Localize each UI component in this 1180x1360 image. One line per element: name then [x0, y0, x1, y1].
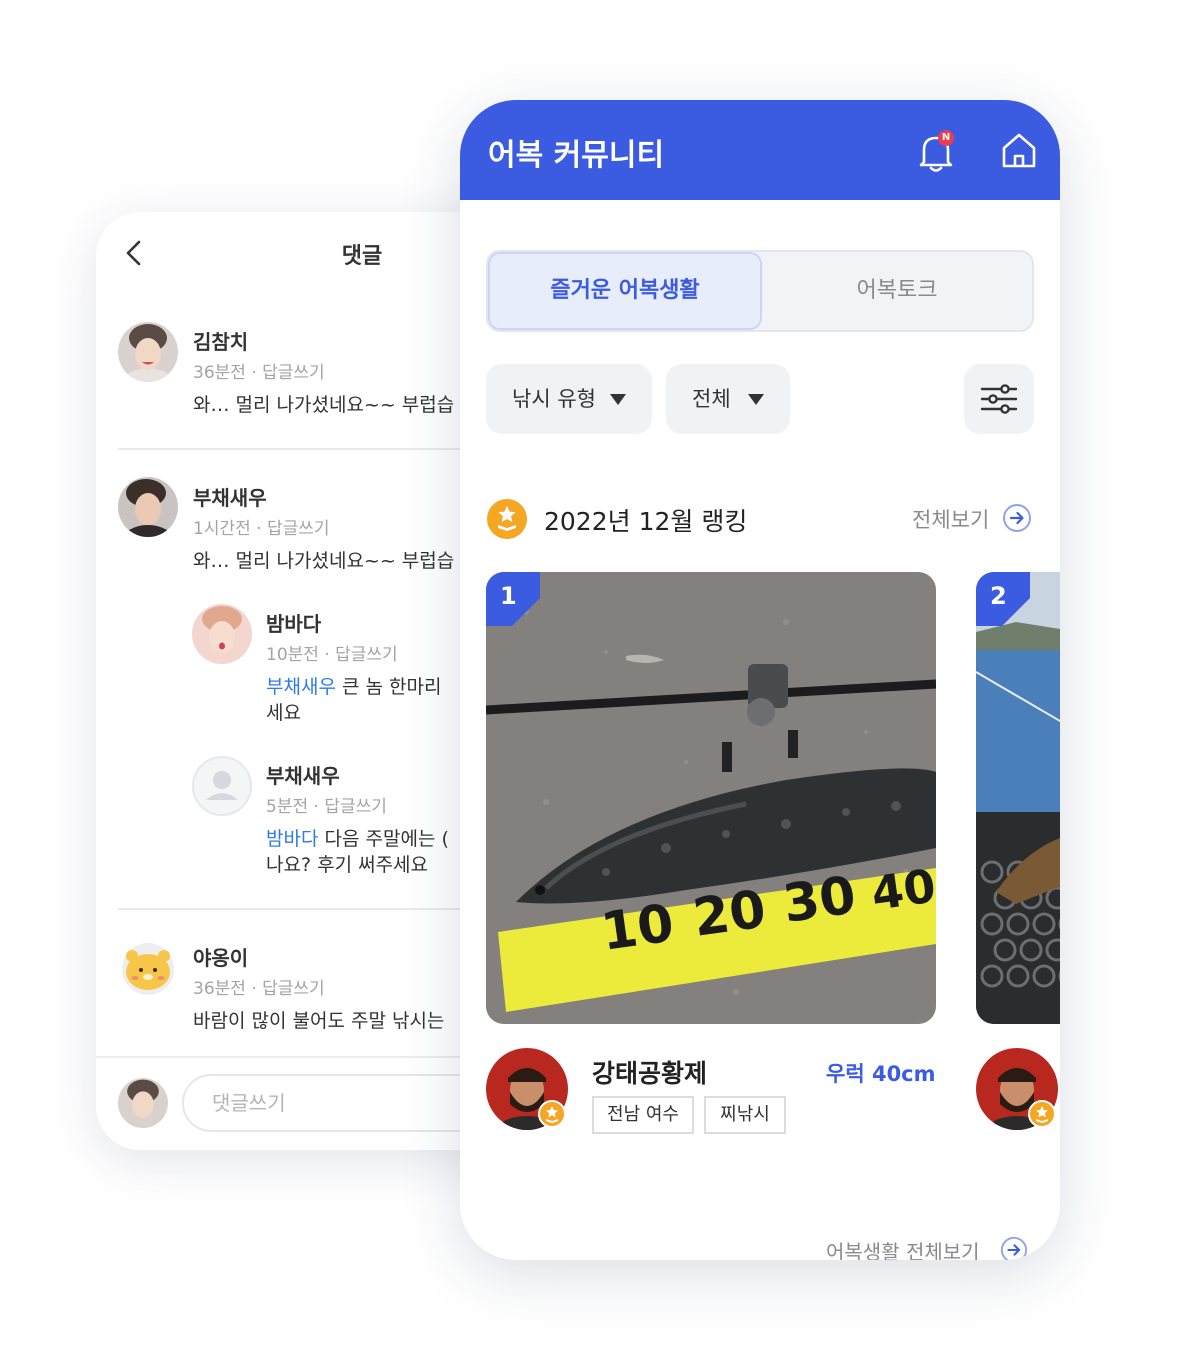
- caret-down-icon: [748, 394, 764, 405]
- svg-text:10: 10: [597, 893, 677, 962]
- comment-text-line: 큰 놈 한마리: [335, 676, 442, 698]
- method-tag: 찌낚시: [704, 1096, 786, 1134]
- comment-time: 10분전: [266, 645, 319, 665]
- comment-time: 36분전: [193, 363, 246, 383]
- app-header: 어복 커뮤니티 N: [460, 100, 1060, 200]
- rank-number: 2: [990, 582, 1007, 610]
- ranker-name[interactable]: 강태공황제: [592, 1054, 707, 1090]
- home-icon[interactable]: [1000, 130, 1038, 170]
- character-avatar-icon: [118, 938, 178, 998]
- reply-link[interactable]: 답글쓰기: [324, 797, 387, 817]
- default-user-icon: [206, 771, 238, 800]
- page-title: 어복 커뮤니티: [488, 138, 665, 173]
- fishing-type-dropdown[interactable]: 낚시 유형: [486, 364, 652, 434]
- tab-fun-life[interactable]: 즐거운 어복생활: [488, 252, 762, 330]
- meta-separator: ·: [313, 797, 319, 817]
- ranking-title: 2022년 12월 랭킹: [544, 507, 748, 536]
- comment-meta: 1시간전 · 답글쓰기: [193, 514, 330, 539]
- comment-time: 5분전: [266, 797, 309, 817]
- meta-separator: ·: [256, 519, 262, 539]
- user-photo-icon: [118, 322, 178, 382]
- tab-talk[interactable]: 어복토크: [762, 252, 1032, 330]
- medal-icon: [1028, 1100, 1056, 1128]
- caret-down-icon: [610, 394, 626, 405]
- comment-author[interactable]: 김참치: [193, 326, 248, 355]
- ranking-photo-2[interactable]: 2: [976, 572, 1060, 1024]
- sliders-icon: [980, 384, 1018, 414]
- comment-author[interactable]: 야옹이: [193, 942, 248, 971]
- comment-meta: 5분전 · 답글쓰기: [266, 792, 387, 817]
- reply-link[interactable]: 답글쓰기: [267, 519, 330, 539]
- meta-separator: ·: [251, 979, 257, 999]
- notification-badge: N: [938, 130, 954, 146]
- dropdown-label: 전체: [692, 387, 731, 411]
- comment-meta: 10분전 · 답글쓰기: [266, 640, 398, 665]
- segmented-tabs: 즐거운 어복생활 어복토크: [486, 250, 1034, 332]
- arrow-right-circle-icon[interactable]: [1000, 1236, 1028, 1260]
- see-all-link[interactable]: 전체보기: [912, 504, 989, 534]
- catch-info: 우럭 40cm: [826, 1062, 936, 1086]
- comment-text-line: 나요? 후기 써주세요: [266, 854, 429, 876]
- comment-text: 바람이 많이 불어도 주말 낚시는: [193, 1010, 445, 1032]
- location-tag: 전남 여수: [592, 1096, 694, 1134]
- ranking-photo-1[interactable]: 10 20 30 40 1: [486, 572, 936, 1024]
- comment-text: 밤바다 다음 주말에는 (: [266, 826, 449, 853]
- community-screen: 어복 커뮤니티 N 즐거운 어복생활 어복토크 낚시 유형 전체 2022년 1…: [460, 100, 1060, 1260]
- fish-photo: 10 20 30 40: [486, 572, 936, 1024]
- svg-text:40: 40: [868, 859, 936, 921]
- reply-link[interactable]: 답글쓰기: [262, 979, 325, 999]
- user-photo-icon: [118, 477, 178, 537]
- comment-meta: 36분전 · 답글쓰기: [193, 974, 325, 999]
- comment-text: 부채새우 큰 놈 한마리: [266, 674, 441, 701]
- meta-separator: ·: [324, 645, 330, 665]
- user-photo-icon: [192, 604, 252, 664]
- medal-icon: [538, 1100, 566, 1128]
- comment-author[interactable]: 부채새우: [193, 482, 267, 511]
- avatar[interactable]: [192, 604, 252, 664]
- dropdown-label: 낚시 유형: [512, 387, 596, 411]
- svg-text:30: 30: [779, 865, 859, 934]
- filter-settings-button[interactable]: [964, 364, 1034, 434]
- mention-link[interactable]: 밤바다: [266, 828, 318, 850]
- comment-text-line: 세요: [266, 702, 301, 724]
- comment-meta: 36분전 · 답글쓰기: [193, 358, 325, 383]
- comment-text: 와… 멀리 나가셨네요~~ 부럽습: [193, 550, 455, 572]
- mention-link[interactable]: 부채새우: [266, 676, 336, 698]
- all-posts-link[interactable]: 어복생활 전체보기: [826, 1236, 980, 1260]
- svg-text:20: 20: [689, 879, 769, 948]
- comment-time: 36분전: [193, 979, 246, 999]
- reply-link[interactable]: 답글쓰기: [335, 645, 398, 665]
- scope-dropdown[interactable]: 전체: [666, 364, 790, 434]
- ranking-medal-icon: [487, 499, 527, 539]
- comment-text-line: 다음 주말에는 (: [318, 828, 449, 850]
- avatar[interactable]: [118, 477, 178, 537]
- my-avatar: [118, 1078, 168, 1128]
- avatar[interactable]: [118, 938, 178, 998]
- fishing-photo: [976, 572, 1060, 1024]
- comment-time: 1시간전: [193, 519, 251, 539]
- reply-link[interactable]: 답글쓰기: [262, 363, 325, 383]
- meta-separator: ·: [251, 363, 257, 383]
- arrow-right-circle-icon[interactable]: [1002, 503, 1032, 533]
- comment-text: 와… 멀리 나가셨네요~~ 부럽습: [193, 394, 455, 416]
- comment-author[interactable]: 부채새우: [266, 760, 340, 789]
- rank-number: 1: [500, 582, 517, 610]
- avatar[interactable]: [192, 756, 252, 816]
- comment-author[interactable]: 밤바다: [266, 608, 321, 637]
- user-photo-icon: [118, 1078, 168, 1128]
- avatar[interactable]: [118, 322, 178, 382]
